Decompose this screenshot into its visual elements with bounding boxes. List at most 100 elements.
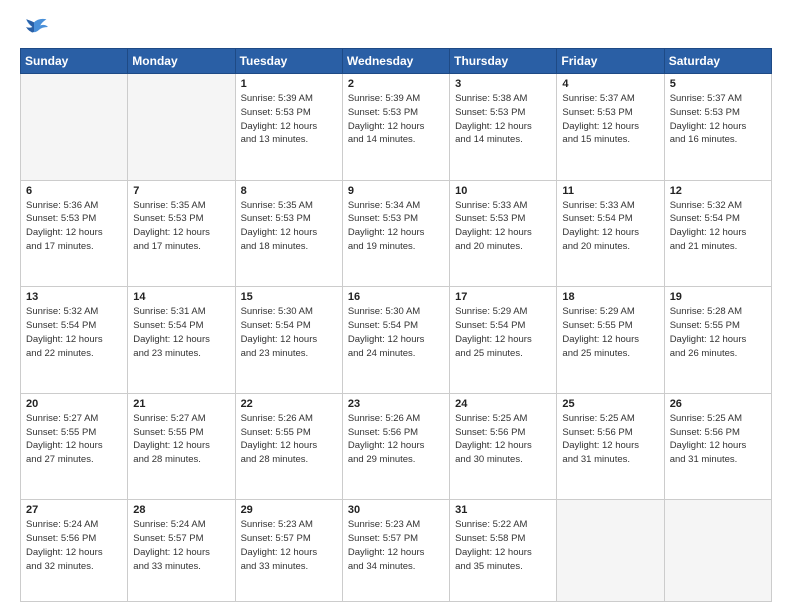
calendar-cell: 14Sunrise: 5:31 AM Sunset: 5:54 PM Dayli… — [128, 287, 235, 394]
calendar-cell: 21 Sunrise: 5:27 AM Sunset: 5:55 PM Dayli… — [128, 393, 235, 500]
day-info: Sunrise: 5:39 AM Sunset: 5:53 PM Dayligh… — [348, 92, 444, 147]
day-number: 1 — [241, 78, 337, 90]
logo — [20, 16, 52, 38]
day-info: Sunrise: 5:30 AM Sunset: 5:54 PM Dayligh… — [348, 305, 444, 360]
day-info: Sunrise: 5:33 AM Sunset: 5:54 PM Dayligh… — [562, 199, 658, 254]
calendar-cell: 6Sunrise: 5:36 AM Sunset: 5:53 PM Daylig… — [21, 180, 128, 287]
calendar-cell: 18 Sunrise: 5:29 AM Sunset: 5:55 PM Dayli… — [557, 287, 664, 394]
week-row-5: 27 Sunrise: 5:24 AM Sunset: 5:56 PM Dayli… — [21, 500, 772, 602]
day-info: Sunrise: 5:35 AM Sunset: 5:53 PM Dayligh… — [133, 199, 229, 254]
day-number: 5 — [670, 78, 766, 90]
day-number: 13 — [26, 291, 122, 303]
calendar-cell: 2 Sunrise: 5:39 AM Sunset: 5:53 PM Daylig… — [342, 74, 449, 181]
weekday-wednesday: Wednesday — [342, 49, 449, 74]
day-number: 17 — [455, 291, 551, 303]
calendar-cell: 9 Sunrise: 5:34 AM Sunset: 5:53 PM Daylig… — [342, 180, 449, 287]
day-info: Sunrise: 5:25 AM Sunset: 5:56 PM Dayligh… — [562, 412, 658, 467]
day-number: 26 — [670, 398, 766, 410]
weekday-monday: Monday — [128, 49, 235, 74]
header — [20, 16, 772, 38]
calendar-cell: 26 Sunrise: 5:25 AM Sunset: 5:56 PM Dayli… — [664, 393, 771, 500]
calendar-cell: 23Sunrise: 5:26 AM Sunset: 5:56 PM Dayli… — [342, 393, 449, 500]
calendar-cell: 8 Sunrise: 5:35 AM Sunset: 5:53 PM Daylig… — [235, 180, 342, 287]
logo-icon — [20, 16, 48, 38]
day-info: Sunrise: 5:28 AM Sunset: 5:55 PM Dayligh… — [670, 305, 766, 360]
calendar-cell: 31 Sunrise: 5:22 AM Sunset: 5:58 PM Dayli… — [450, 500, 557, 602]
calendar-cell: 1 Sunrise: 5:39 AM Sunset: 5:53 PM Daylig… — [235, 74, 342, 181]
day-number: 18 — [562, 291, 658, 303]
day-info: Sunrise: 5:35 AM Sunset: 5:53 PM Dayligh… — [241, 199, 337, 254]
day-info: Sunrise: 5:23 AM Sunset: 5:57 PM Dayligh… — [348, 518, 444, 573]
calendar-cell: 16 Sunrise: 5:30 AM Sunset: 5:54 PM Dayli… — [342, 287, 449, 394]
day-info: Sunrise: 5:27 AM Sunset: 5:55 PM Dayligh… — [133, 412, 229, 467]
day-info: Sunrise: 5:37 AM Sunset: 5:53 PM Dayligh… — [562, 92, 658, 147]
week-row-4: 20 Sunrise: 5:27 AM Sunset: 5:55 PM Dayli… — [21, 393, 772, 500]
calendar-cell: 28Sunrise: 5:24 AM Sunset: 5:57 PM Dayli… — [128, 500, 235, 602]
day-number: 25 — [562, 398, 658, 410]
calendar-cell — [21, 74, 128, 181]
weekday-friday: Friday — [557, 49, 664, 74]
day-info: Sunrise: 5:25 AM Sunset: 5:56 PM Dayligh… — [670, 412, 766, 467]
day-info: Sunrise: 5:27 AM Sunset: 5:55 PM Dayligh… — [26, 412, 122, 467]
weekday-tuesday: Tuesday — [235, 49, 342, 74]
calendar-cell: 13Sunrise: 5:32 AM Sunset: 5:54 PM Dayli… — [21, 287, 128, 394]
calendar-cell: 19 Sunrise: 5:28 AM Sunset: 5:55 PM Dayli… — [664, 287, 771, 394]
day-number: 16 — [348, 291, 444, 303]
weekday-header-row: SundayMondayTuesdayWednesdayThursdayFrid… — [21, 49, 772, 74]
calendar-cell: 4 Sunrise: 5:37 AM Sunset: 5:53 PM Daylig… — [557, 74, 664, 181]
day-number: 24 — [455, 398, 551, 410]
day-info: Sunrise: 5:39 AM Sunset: 5:53 PM Dayligh… — [241, 92, 337, 147]
day-info: Sunrise: 5:22 AM Sunset: 5:58 PM Dayligh… — [455, 518, 551, 573]
day-info: Sunrise: 5:32 AM Sunset: 5:54 PM Dayligh… — [670, 199, 766, 254]
day-number: 20 — [26, 398, 122, 410]
calendar-cell: 7 Sunrise: 5:35 AM Sunset: 5:53 PM Daylig… — [128, 180, 235, 287]
page: SundayMondayTuesdayWednesdayThursdayFrid… — [0, 0, 792, 612]
calendar-cell: 24Sunrise: 5:25 AM Sunset: 5:56 PM Dayli… — [450, 393, 557, 500]
calendar-cell: 29 Sunrise: 5:23 AM Sunset: 5:57 PM Dayli… — [235, 500, 342, 602]
day-info: Sunrise: 5:24 AM Sunset: 5:57 PM Dayligh… — [133, 518, 229, 573]
day-info: Sunrise: 5:34 AM Sunset: 5:53 PM Dayligh… — [348, 199, 444, 254]
day-number: 3 — [455, 78, 551, 90]
day-number: 29 — [241, 504, 337, 516]
day-info: Sunrise: 5:29 AM Sunset: 5:55 PM Dayligh… — [562, 305, 658, 360]
calendar-cell: 12 Sunrise: 5:32 AM Sunset: 5:54 PM Dayli… — [664, 180, 771, 287]
calendar-cell: 17Sunrise: 5:29 AM Sunset: 5:54 PM Dayli… — [450, 287, 557, 394]
day-info: Sunrise: 5:38 AM Sunset: 5:53 PM Dayligh… — [455, 92, 551, 147]
weekday-thursday: Thursday — [450, 49, 557, 74]
day-number: 12 — [670, 185, 766, 197]
week-row-2: 6Sunrise: 5:36 AM Sunset: 5:53 PM Daylig… — [21, 180, 772, 287]
calendar-cell — [557, 500, 664, 602]
week-row-1: 1 Sunrise: 5:39 AM Sunset: 5:53 PM Daylig… — [21, 74, 772, 181]
calendar-cell: 15Sunrise: 5:30 AM Sunset: 5:54 PM Dayli… — [235, 287, 342, 394]
day-number: 21 — [133, 398, 229, 410]
day-number: 19 — [670, 291, 766, 303]
day-number: 14 — [133, 291, 229, 303]
day-number: 22 — [241, 398, 337, 410]
day-number: 4 — [562, 78, 658, 90]
day-number: 10 — [455, 185, 551, 197]
day-info: Sunrise: 5:24 AM Sunset: 5:56 PM Dayligh… — [26, 518, 122, 573]
calendar-cell — [128, 74, 235, 181]
day-info: Sunrise: 5:26 AM Sunset: 5:56 PM Dayligh… — [348, 412, 444, 467]
day-number: 9 — [348, 185, 444, 197]
weekday-sunday: Sunday — [21, 49, 128, 74]
calendar-cell: 22 Sunrise: 5:26 AM Sunset: 5:55 PM Dayli… — [235, 393, 342, 500]
calendar-cell: 30Sunrise: 5:23 AM Sunset: 5:57 PM Dayli… — [342, 500, 449, 602]
weekday-saturday: Saturday — [664, 49, 771, 74]
calendar-cell: 5 Sunrise: 5:37 AM Sunset: 5:53 PM Daylig… — [664, 74, 771, 181]
calendar-cell: 27 Sunrise: 5:24 AM Sunset: 5:56 PM Dayli… — [21, 500, 128, 602]
day-info: Sunrise: 5:37 AM Sunset: 5:53 PM Dayligh… — [670, 92, 766, 147]
day-info: Sunrise: 5:26 AM Sunset: 5:55 PM Dayligh… — [241, 412, 337, 467]
calendar-cell: 11Sunrise: 5:33 AM Sunset: 5:54 PM Dayli… — [557, 180, 664, 287]
day-number: 2 — [348, 78, 444, 90]
day-number: 27 — [26, 504, 122, 516]
calendar-cell — [664, 500, 771, 602]
day-number: 15 — [241, 291, 337, 303]
calendar-cell: 10Sunrise: 5:33 AM Sunset: 5:53 PM Dayli… — [450, 180, 557, 287]
day-number: 31 — [455, 504, 551, 516]
calendar-cell: 20 Sunrise: 5:27 AM Sunset: 5:55 PM Dayli… — [21, 393, 128, 500]
day-info: Sunrise: 5:23 AM Sunset: 5:57 PM Dayligh… — [241, 518, 337, 573]
week-row-3: 13Sunrise: 5:32 AM Sunset: 5:54 PM Dayli… — [21, 287, 772, 394]
day-number: 7 — [133, 185, 229, 197]
day-number: 8 — [241, 185, 337, 197]
